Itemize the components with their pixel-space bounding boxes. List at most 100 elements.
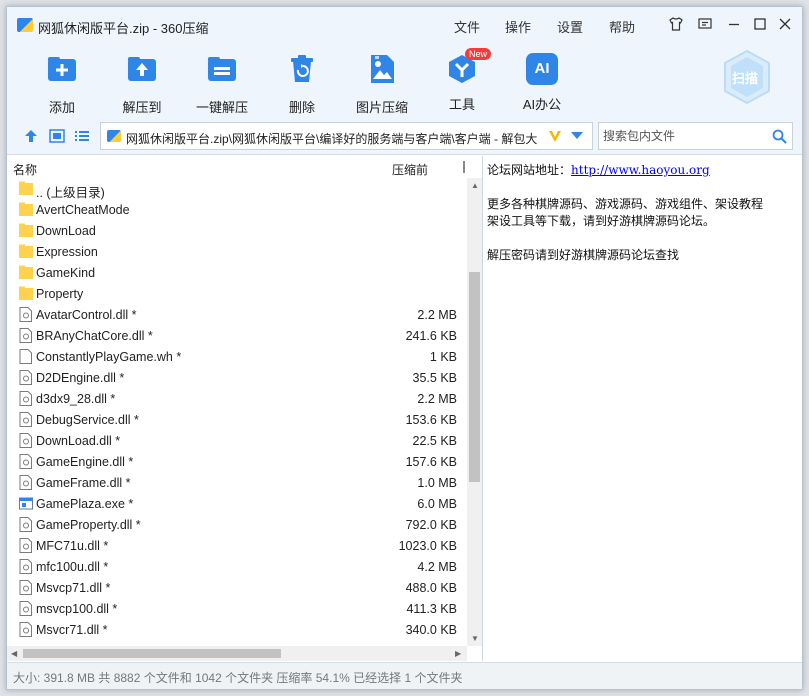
- file-size: 153.6 KB: [405, 413, 457, 427]
- file-row[interactable]: Msvcp71.dll * 488.0 KB: [7, 577, 467, 598]
- dll-file-icon: [19, 391, 33, 406]
- image-compress-button[interactable]: 图片压缩: [342, 53, 422, 116]
- address-bar[interactable]: 网狐休闲版平台.zip\网狐休闲版平台\编译好的服务端与客户端\客户端 - 解包…: [100, 122, 593, 150]
- file-row[interactable]: GameProperty.dll * 792.0 KB: [7, 514, 467, 535]
- file-size: 22.5 KB: [412, 434, 457, 448]
- file-row[interactable]: DownLoad: [7, 220, 467, 241]
- file-size: 241.6 KB: [405, 329, 457, 343]
- menu-help[interactable]: 帮助: [609, 17, 635, 36]
- file-name: msvcp100.dll *: [36, 602, 118, 616]
- dll-file-icon: [19, 517, 33, 532]
- vertical-scrollbar[interactable]: ▲ ▼: [467, 178, 482, 646]
- address-row: 网狐休闲版平台.zip\网狐休闲版平台\编译好的服务端与客户端\客户端 - 解包…: [7, 117, 802, 155]
- folder-icon: [19, 181, 33, 196]
- one-click-extract-button[interactable]: 一键解压: [182, 53, 262, 116]
- tools-label: 工具: [448, 97, 475, 112]
- column-header: 名称 压缩前: [7, 156, 467, 178]
- file-name: Property: [36, 287, 84, 301]
- scroll-down-arrow-icon[interactable]: ▼: [471, 634, 479, 643]
- search-input[interactable]: [603, 128, 763, 144]
- extract-to-button[interactable]: 解压到: [102, 53, 182, 116]
- title-bar: 网狐休闲版平台.zip - 360压缩 文件 操作 设置 帮助: [7, 7, 802, 41]
- file-row[interactable]: DownLoad.dll * 22.5 KB: [7, 430, 467, 451]
- tools-button[interactable]: New 工具: [422, 48, 502, 113]
- file-name: ConstantlyPlayGame.wh *: [36, 350, 182, 364]
- vertical-scroll-thumb[interactable]: [469, 272, 480, 482]
- file-row[interactable]: DebugService.dll * 153.6 KB: [7, 409, 467, 430]
- comment-forum-link[interactable]: http://www.haoyou.org: [571, 163, 710, 177]
- file-name: GameProperty.dll *: [36, 518, 141, 532]
- new-badge: New: [465, 48, 492, 60]
- dll-file-icon: [19, 433, 33, 448]
- file-row[interactable]: mfc100u.dll * 4.2 MB: [7, 556, 467, 577]
- file-row[interactable]: AvatarControl.dll * 2.2 MB: [7, 304, 467, 325]
- delete-button[interactable]: 删除: [262, 53, 342, 116]
- extract-to-label: 解压到: [122, 100, 162, 115]
- file-size: 157.6 KB: [405, 455, 457, 469]
- comment-line-password: 解压密码请到好游棋牌源码论坛查找: [487, 248, 680, 262]
- file-row[interactable]: ConstantlyPlayGame.wh * 1 KB: [7, 346, 467, 367]
- scroll-up-arrow-icon[interactable]: ▲: [471, 181, 479, 190]
- ai-office-icon: AI: [526, 53, 558, 85]
- column-size-header[interactable]: 压缩前: [392, 161, 428, 178]
- menu-operate[interactable]: 操作: [505, 17, 531, 36]
- file-row[interactable]: D2DEngine.dll * 35.5 KB: [7, 367, 467, 388]
- file-row[interactable]: GamePlaza.exe * 6.0 MB: [7, 493, 467, 514]
- file-row[interactable]: GameKind: [7, 262, 467, 283]
- file-name: AvertCheatMode: [36, 203, 130, 217]
- file-row[interactable]: MFC71u.dll * 1023.0 KB: [7, 535, 467, 556]
- file-row[interactable]: .. (上级目录): [7, 178, 467, 200]
- file-icon: [19, 349, 33, 364]
- dll-file-icon: [19, 580, 33, 595]
- list-view-icon[interactable]: [74, 129, 90, 143]
- file-row[interactable]: GameFrame.dll * 1.0 MB: [7, 472, 467, 493]
- dll-file-icon: [19, 454, 33, 469]
- file-row[interactable]: Property: [7, 283, 467, 304]
- ai-office-button[interactable]: AI AI办公: [502, 53, 582, 113]
- dll-file-icon: [19, 412, 33, 427]
- file-name: MFC71u.dll *: [36, 539, 109, 553]
- feedback-icon[interactable]: [697, 16, 713, 32]
- file-size: 6.0 MB: [417, 497, 457, 511]
- exe-file-icon: [19, 496, 33, 511]
- one-click-extract-label: 一键解压: [195, 100, 248, 115]
- image-compress-icon: [371, 55, 394, 83]
- horizontal-scrollbar[interactable]: ◀ ▶: [7, 646, 467, 661]
- file-size: 1023.0 KB: [398, 539, 457, 553]
- status-text: 大小: 391.8 MB 共 8882 个文件和 1042 个文件夹 压缩率 5…: [13, 671, 463, 685]
- file-name: Msvcp71.dll *: [36, 581, 111, 595]
- scroll-left-arrow-icon[interactable]: ◀: [11, 649, 17, 658]
- file-name: GamePlaza.exe *: [36, 497, 134, 511]
- chevron-down-icon[interactable]: [571, 132, 583, 140]
- file-row[interactable]: Msvcr71.dll * 340.0 KB: [7, 619, 467, 640]
- file-size: 2.2 MB: [417, 308, 457, 322]
- file-name: GameEngine.dll *: [36, 455, 134, 469]
- file-name: DownLoad.dll *: [36, 434, 121, 448]
- minimize-icon[interactable]: [726, 16, 742, 32]
- horizontal-scroll-thumb[interactable]: [23, 649, 281, 658]
- file-row[interactable]: d3dx9_28.dll * 2.2 MB: [7, 388, 467, 409]
- add-label: 添加: [48, 100, 75, 115]
- column-name-header[interactable]: 名称: [13, 161, 37, 178]
- column-divider[interactable]: [463, 161, 465, 173]
- skin-shirt-icon[interactable]: [668, 16, 684, 32]
- file-size: 4.2 MB: [417, 560, 457, 574]
- close-icon[interactable]: [777, 16, 793, 32]
- file-row[interactable]: AvertCheatMode: [7, 199, 467, 220]
- menu-file[interactable]: 文件: [454, 17, 480, 36]
- file-name: DownLoad: [36, 224, 96, 238]
- file-size: 1.0 MB: [417, 476, 457, 490]
- thumbnail-view-icon[interactable]: [49, 129, 65, 143]
- maximize-icon[interactable]: [752, 16, 768, 32]
- menu-settings[interactable]: 设置: [557, 17, 583, 36]
- file-row[interactable]: msvcp100.dll * 411.3 KB: [7, 598, 467, 619]
- up-arrow-icon[interactable]: [23, 129, 39, 143]
- search-icon[interactable]: [772, 129, 787, 144]
- dll-file-icon: [19, 601, 33, 616]
- scan-button[interactable]: 扫描: [723, 49, 771, 105]
- add-button[interactable]: 添加: [22, 53, 102, 116]
- scroll-right-arrow-icon[interactable]: ▶: [455, 649, 461, 658]
- file-row[interactable]: GameEngine.dll * 157.6 KB: [7, 451, 467, 472]
- file-row[interactable]: BRAnyChatCore.dll * 241.6 KB: [7, 325, 467, 346]
- file-row[interactable]: Expression: [7, 241, 467, 262]
